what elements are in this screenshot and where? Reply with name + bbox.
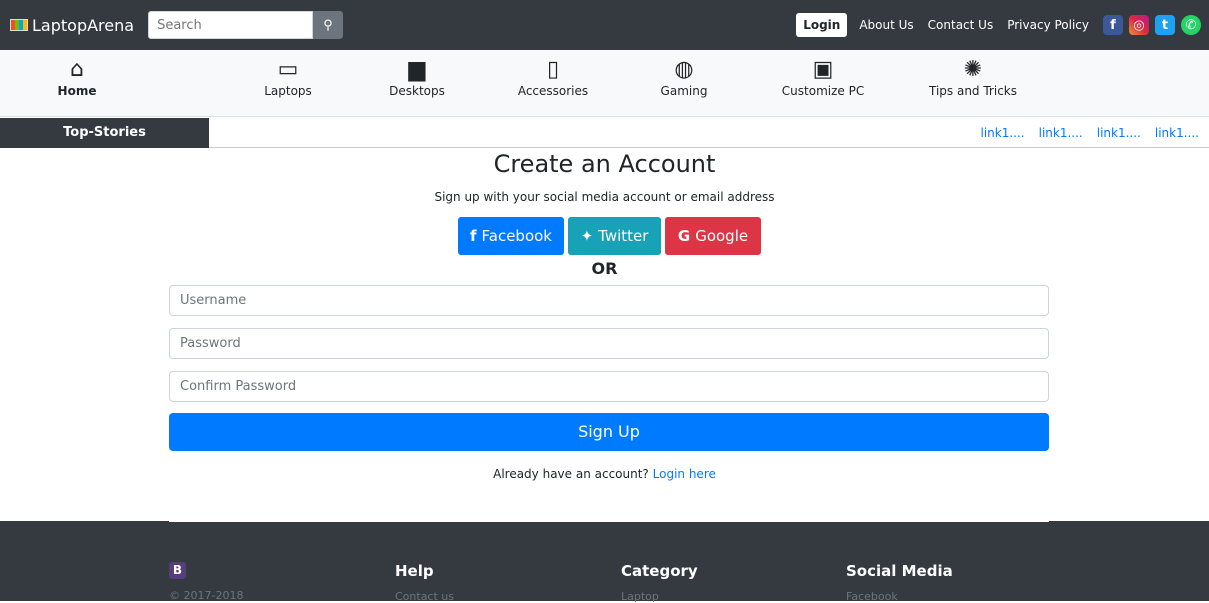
login-prompt-text: Already have an account? bbox=[493, 467, 649, 481]
desktop-icon: ▆ bbox=[408, 57, 426, 82]
footer-help-column: Help Contact us bbox=[395, 562, 454, 603]
social-signup-buttons: f Facebook ✦ Twitter G Google bbox=[458, 217, 761, 255]
twitter-icon: ✦ bbox=[580, 227, 594, 245]
story-link[interactable]: link1.... bbox=[981, 118, 1025, 148]
sign-up-button[interactable]: Sign Up bbox=[169, 413, 1049, 451]
social-icons: f ◎ t ✆ bbox=[1103, 15, 1201, 35]
top-stories-label: Top-Stories bbox=[0, 118, 209, 148]
search-icon: ⚲ bbox=[323, 17, 333, 32]
footer-divider bbox=[169, 521, 1049, 522]
accessories-icon: ▯ bbox=[546, 57, 560, 82]
username-field[interactable]: Username bbox=[169, 285, 1049, 316]
footer-heading: Category bbox=[621, 562, 698, 580]
facebook-signup-button[interactable]: f Facebook bbox=[458, 217, 564, 255]
story-links: link1.... link1.... link1.... link1.... bbox=[981, 118, 1200, 148]
footer-brand-column: B © 2017-2018 bbox=[169, 562, 243, 602]
category-gaming[interactable]: ◍ Gaming bbox=[654, 56, 714, 98]
password-field[interactable]: Password bbox=[169, 328, 1049, 359]
nav-link-contact-us[interactable]: Contact Us bbox=[928, 18, 994, 32]
whatsapp-icon[interactable]: ✆ bbox=[1181, 15, 1201, 35]
facebook-icon: f bbox=[469, 227, 477, 245]
category-customize-pc[interactable]: ▣ Customize PC bbox=[778, 56, 868, 98]
category-laptops[interactable]: ▭ Laptops bbox=[258, 56, 318, 98]
brand[interactable]: LaptopArena bbox=[10, 16, 134, 35]
search-form: ⚲ bbox=[148, 11, 344, 39]
search-input[interactable] bbox=[148, 11, 314, 39]
facebook-icon[interactable]: f bbox=[1103, 15, 1123, 35]
nav-link-about-us[interactable]: About Us bbox=[859, 18, 913, 32]
or-divider: OR bbox=[591, 259, 618, 278]
category-desktops[interactable]: ▆ Desktops bbox=[385, 56, 449, 98]
footer-heading: Help bbox=[395, 562, 434, 580]
footer-link[interactable]: Facebook bbox=[846, 590, 953, 603]
category-tips-and-tricks[interactable]: ✺ Tips and Tricks bbox=[918, 56, 1028, 98]
google-icon: G bbox=[677, 227, 691, 245]
category-home[interactable]: ⌂ Home bbox=[52, 56, 102, 98]
bootstrap-icon: B bbox=[169, 562, 186, 579]
footer: B © 2017-2018 Help Contact us Category L… bbox=[0, 521, 1209, 603]
story-link[interactable]: link1.... bbox=[1097, 118, 1141, 148]
brand-name: LaptopArena bbox=[32, 15, 135, 35]
login-button[interactable]: Login bbox=[796, 13, 848, 37]
twitter-signup-button[interactable]: ✦ Twitter bbox=[568, 217, 661, 255]
laptop-icon: ▭ bbox=[277, 57, 299, 82]
twitter-icon[interactable]: t bbox=[1155, 15, 1175, 35]
footer-link[interactable]: Contact us bbox=[395, 590, 454, 603]
page-title: Create an Account bbox=[493, 150, 716, 178]
story-link[interactable]: link1.... bbox=[1039, 118, 1083, 148]
category-accessories[interactable]: ▯ Accessories bbox=[513, 56, 593, 98]
footer-category-column: Category Laptop bbox=[621, 562, 698, 603]
top-navbar: LaptopArena ⚲ Login About Us Contact Us … bbox=[0, 0, 1209, 50]
login-here-link[interactable]: Login here bbox=[653, 467, 716, 481]
category-nav: ⌂ Home ▭ Laptops ▆ Desktops ▯ Accessorie… bbox=[0, 50, 1209, 117]
top-stories-bar: Top-Stories link1.... link1.... link1...… bbox=[0, 118, 1209, 148]
customize-pc-icon: ▣ bbox=[812, 57, 834, 82]
brand-logo-icon bbox=[10, 19, 28, 31]
footer-social-column: Social Media Facebook bbox=[846, 562, 953, 603]
gamepad-icon: ◍ bbox=[674, 57, 694, 82]
footer-link[interactable]: Laptop bbox=[621, 590, 698, 603]
search-button[interactable]: ⚲ bbox=[313, 11, 344, 39]
page-subtitle: Sign up with your social media account o… bbox=[434, 190, 775, 204]
login-prompt: Already have an account? Login here bbox=[0, 467, 1209, 481]
tips-icon: ✺ bbox=[963, 57, 983, 82]
footer-heading: Social Media bbox=[846, 562, 953, 580]
copyright: © 2017-2018 bbox=[169, 589, 244, 602]
confirm-password-field[interactable]: Confirm Password bbox=[169, 371, 1049, 402]
story-link[interactable]: link1.... bbox=[1155, 118, 1199, 148]
nav-link-privacy-policy[interactable]: Privacy Policy bbox=[1007, 18, 1089, 32]
home-icon: ⌂ bbox=[70, 57, 84, 82]
instagram-icon[interactable]: ◎ bbox=[1129, 15, 1149, 35]
google-signup-button[interactable]: G Google bbox=[665, 217, 761, 255]
